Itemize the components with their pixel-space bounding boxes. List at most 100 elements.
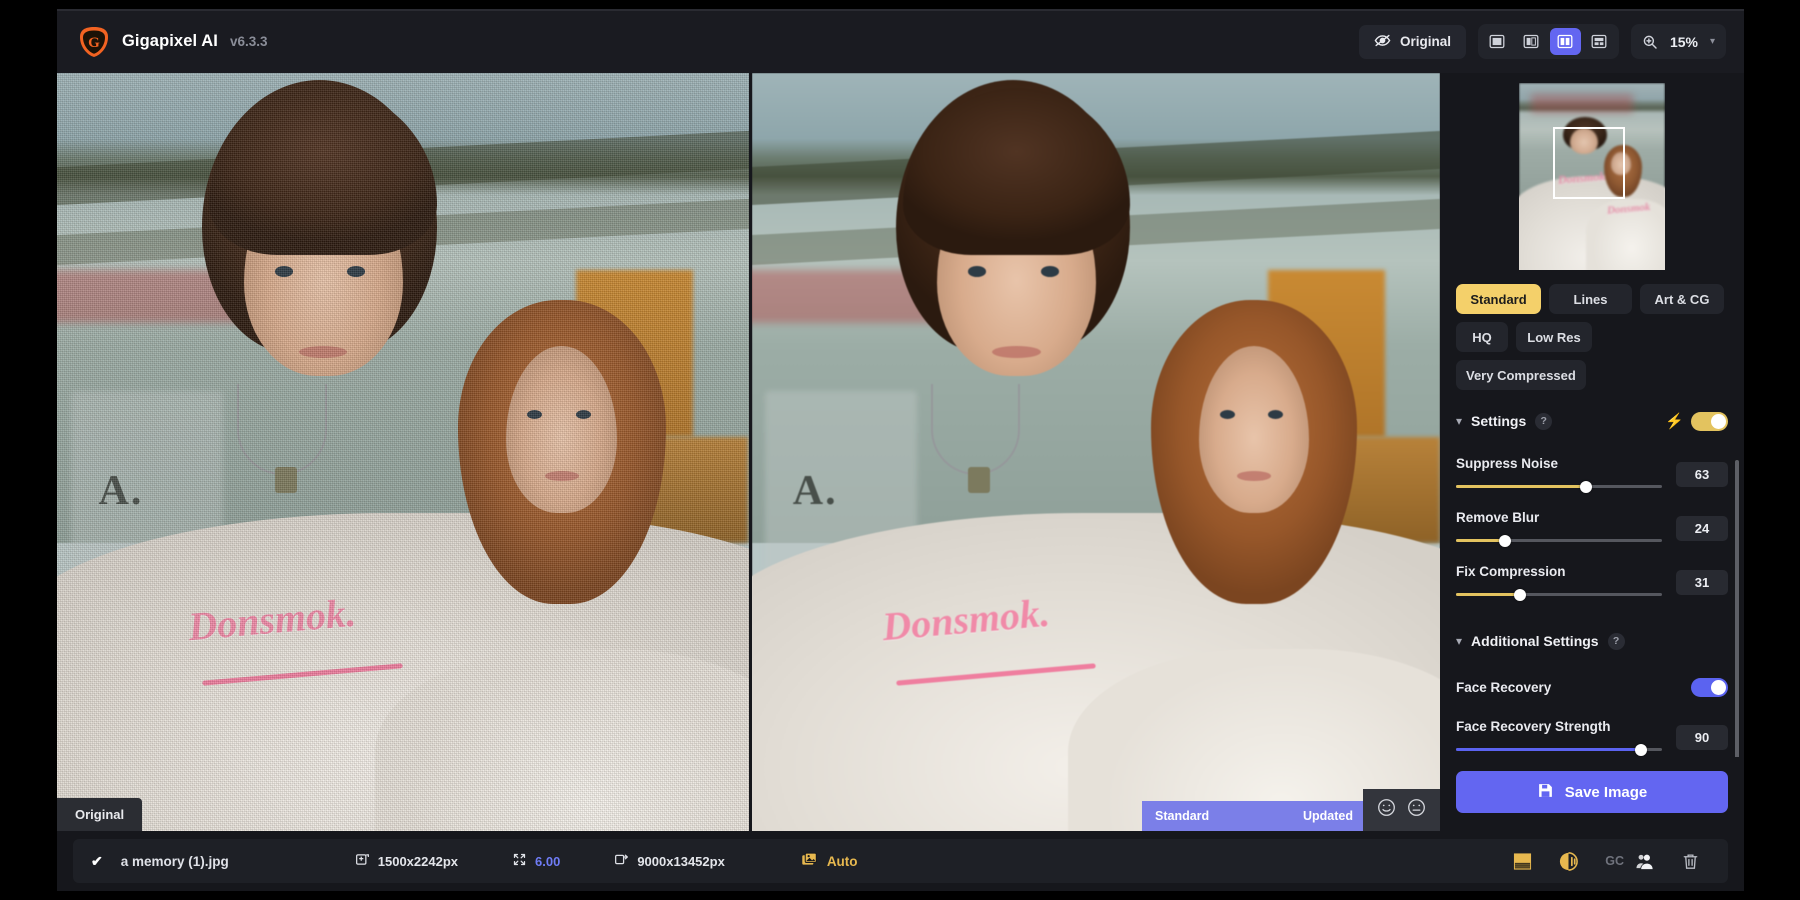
suppress-noise-slider[interactable] xyxy=(1456,485,1662,488)
settings-scrollbar[interactable] xyxy=(1735,460,1739,757)
model-button-hq[interactable]: HQ xyxy=(1456,322,1508,352)
single-pane-icon[interactable] xyxy=(1482,28,1513,55)
resize-arrows-icon xyxy=(512,852,527,870)
remove-blur-label: Remove Blur xyxy=(1456,510,1662,525)
chevron-down-icon[interactable]: ▾ xyxy=(1456,635,1462,647)
suppress-noise-label: Suppress Noise xyxy=(1456,456,1662,471)
navigator-thumbnail[interactable]: Donsmok Donsmok xyxy=(1519,83,1665,270)
navigator-viewport-rect[interactable] xyxy=(1553,127,1625,199)
settings-section-title: Settings xyxy=(1471,413,1526,429)
gigapixel-shield-logo: G xyxy=(77,25,111,59)
smiley-neutral-icon[interactable] xyxy=(1407,798,1426,822)
lightning-bolt-icon: ⚡ xyxy=(1665,414,1684,429)
face-recovery-row: Face Recovery xyxy=(1456,678,1728,697)
scale-factor: 6.00 xyxy=(512,852,560,870)
original-image-pane[interactable]: A. Donsmok. xyxy=(57,73,749,831)
output-dimensions: 9000x13452px xyxy=(614,852,724,870)
status-tool-icons: GC xyxy=(1513,851,1710,872)
side-by-side-icon[interactable] xyxy=(1550,28,1581,55)
face-recovery-icon[interactable] xyxy=(1634,851,1655,872)
auto-image-icon xyxy=(801,851,818,871)
remove-blur-control: Remove Blur 24 xyxy=(1456,510,1728,542)
fix-compression-label: Fix Compression xyxy=(1456,564,1662,579)
face-recovery-strength-value[interactable]: 90 xyxy=(1676,725,1728,750)
app-body: A. Donsmok. xyxy=(57,73,1744,831)
image-dimensions-icon xyxy=(355,852,370,870)
split-pane-icon[interactable] xyxy=(1516,28,1547,55)
face-recovery-strength-label: Face Recovery Strength xyxy=(1456,719,1662,734)
additional-settings-title: Additional Settings xyxy=(1471,633,1599,649)
model-button-art-cg[interactable]: Art & CG xyxy=(1640,284,1724,314)
file-selected-check-icon[interactable]: ✔ xyxy=(91,853,103,870)
app-title: Gigapixel AI xyxy=(122,32,218,51)
zoom-level-value: 15% xyxy=(1667,34,1701,50)
zoom-control[interactable]: 15% ▾ xyxy=(1631,24,1726,59)
processing-status-overlay: Standard Updated xyxy=(1142,801,1366,831)
model-button-low-res[interactable]: Low Res xyxy=(1516,322,1592,352)
original-label-badge: Original xyxy=(57,798,142,831)
model-button-lines[interactable]: Lines xyxy=(1549,284,1632,314)
model-button-very-compressed[interactable]: Very Compressed xyxy=(1456,360,1586,390)
scale-factor-value: 6.00 xyxy=(535,854,560,869)
save-image-button[interactable]: Save Image xyxy=(1456,771,1728,813)
contrast-tool-icon[interactable] xyxy=(1558,851,1579,872)
view-mode-group xyxy=(1478,24,1619,59)
auto-mode-button[interactable]: Auto xyxy=(801,851,858,871)
eye-off-icon xyxy=(1374,32,1391,52)
smiley-happy-icon[interactable] xyxy=(1377,798,1396,822)
auto-mode-label: Auto xyxy=(827,854,858,869)
delete-trash-icon[interactable] xyxy=(1681,852,1700,871)
suppress-noise-value[interactable]: 63 xyxy=(1676,462,1728,487)
remove-blur-value[interactable]: 24 xyxy=(1676,516,1728,541)
help-icon[interactable]: ? xyxy=(1608,633,1625,650)
face-recovery-label: Face Recovery xyxy=(1456,680,1691,695)
export-size-icon xyxy=(614,852,629,870)
save-image-label: Save Image xyxy=(1565,784,1648,801)
crop-tool-icon[interactable] xyxy=(1513,852,1532,871)
face-recovery-toggle[interactable] xyxy=(1691,678,1728,697)
remove-blur-slider[interactable] xyxy=(1456,539,1662,542)
status-bar: ✔ a memory (1).jpg 1500x2242px xyxy=(57,831,1744,891)
original-photo: A. Donsmok. xyxy=(57,73,749,831)
gamma-correction-label: GC xyxy=(1605,854,1624,868)
processed-image-pane[interactable]: A. Donsmok. xyxy=(749,73,1441,831)
fix-compression-control: Fix Compression 31 xyxy=(1456,564,1728,596)
feedback-buttons xyxy=(1363,789,1440,831)
grid-pane-icon[interactable] xyxy=(1584,28,1615,55)
model-selector-group: Standard Lines Art & CG HQ Low Res Very … xyxy=(1440,284,1744,390)
save-button-wrap: Save Image xyxy=(1440,757,1744,831)
fix-compression-slider[interactable] xyxy=(1456,593,1662,596)
floppy-disk-icon xyxy=(1537,782,1554,803)
output-dimensions-value: 9000x13452px xyxy=(637,854,724,869)
app-version: v6.3.3 xyxy=(230,34,268,49)
image-canvas-area: A. Donsmok. xyxy=(57,73,1440,831)
gigapixel-app-window: G Gigapixel AI v6.3.3 Original xyxy=(57,9,1744,891)
face-recovery-strength-slider[interactable] xyxy=(1456,748,1662,751)
svg-text:G: G xyxy=(88,35,100,51)
processing-model-label: Standard xyxy=(1155,809,1209,823)
input-dimensions-value: 1500x2242px xyxy=(378,854,458,869)
additional-settings-header[interactable]: ▾ Additional Settings ? xyxy=(1456,628,1728,654)
help-icon[interactable]: ? xyxy=(1535,413,1552,430)
chevron-down-icon[interactable]: ▾ xyxy=(1710,37,1715,47)
magnifier-plus-icon xyxy=(1642,34,1658,50)
input-dimensions: 1500x2242px xyxy=(355,852,458,870)
original-button-label: Original xyxy=(1400,34,1451,49)
processed-photo: A. Donsmok. xyxy=(752,73,1441,831)
settings-sidebar: Donsmok Donsmok Standard Lines Art & CG … xyxy=(1440,73,1744,831)
settings-scroll-region: ▾ Settings ? ⚡ Suppress Noise xyxy=(1440,408,1744,757)
header-controls: Original xyxy=(1359,11,1744,73)
brand-block: G Gigapixel AI v6.3.3 xyxy=(77,25,268,59)
toggle-original-button[interactable]: Original xyxy=(1359,25,1466,59)
auto-settings-toggle[interactable] xyxy=(1691,412,1728,431)
model-button-standard[interactable]: Standard xyxy=(1456,284,1541,314)
file-list-item[interactable]: ✔ a memory (1).jpg 1500x2242px xyxy=(73,839,1728,883)
settings-section-header[interactable]: ▾ Settings ? ⚡ xyxy=(1456,408,1728,434)
processing-status-label: Updated xyxy=(1303,809,1353,823)
chevron-down-icon[interactable]: ▾ xyxy=(1456,415,1462,427)
fix-compression-value[interactable]: 31 xyxy=(1676,570,1728,595)
face-recovery-strength-control: Face Recovery Strength 90 xyxy=(1456,719,1728,751)
app-header: G Gigapixel AI v6.3.3 Original xyxy=(57,11,1744,73)
suppress-noise-control: Suppress Noise 63 xyxy=(1456,456,1728,488)
file-name-label: a memory (1).jpg xyxy=(121,854,229,869)
